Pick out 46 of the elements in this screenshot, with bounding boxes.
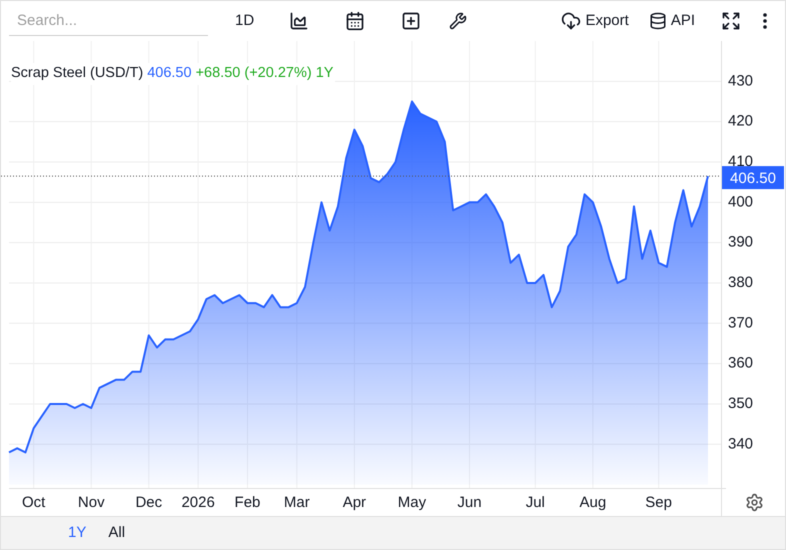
chart-type-button[interactable]: [289, 11, 310, 31]
last-price-badge: 406.50: [722, 166, 784, 190]
range-tab[interactable]: All: [99, 517, 134, 549]
x-axis-label: Feb: [234, 494, 260, 511]
calendar-icon: [345, 11, 366, 31]
range-tab[interactable]: 1Y: [59, 517, 96, 549]
x-axis-label: May: [398, 494, 426, 511]
ref-line-label: 406.50: [730, 170, 776, 188]
fullscreen-icon: [721, 11, 741, 31]
y-axis-label: 430: [728, 72, 754, 90]
x-axis-label: Jul: [526, 494, 545, 511]
x-axis-label: 2026: [181, 494, 215, 511]
y-axis-label: 390: [728, 234, 754, 251]
y-axis-label: 380: [728, 274, 754, 291]
wrench-icon: [449, 12, 468, 30]
indicators-button[interactable]: [449, 12, 468, 30]
compare-button[interactable]: [401, 11, 422, 31]
plus-icon: [401, 11, 422, 31]
x-axis-label: Jun: [457, 494, 482, 511]
y-axis-label: 340: [728, 435, 754, 452]
cloud-download-icon: [561, 11, 582, 31]
api-button[interactable]: API: [648, 10, 695, 32]
x-axis-label: Dec: [135, 494, 162, 511]
more-icon: [763, 13, 767, 29]
x-axis-label: Apr: [342, 494, 366, 511]
more-button[interactable]: [763, 13, 767, 29]
x-axis-label: Oct: [22, 494, 46, 511]
x-axis-label: Mar: [284, 494, 310, 511]
x-axis-label: Sep: [645, 494, 672, 511]
chart-legend: Scrap Steel (USD/T) 406.50 +68.50 (+20.27%) 1Y: [11, 63, 336, 85]
database-icon: [648, 12, 667, 30]
settings-button[interactable]: [745, 493, 764, 512]
y-axis-label: 360: [728, 354, 754, 372]
search-field[interactable]: Search...: [9, 6, 208, 36]
y-axis-label: 370: [728, 314, 754, 332]
export-button[interactable]: Export: [561, 10, 629, 32]
x-axis-label: Aug: [580, 494, 606, 511]
y-axis-label: 350: [728, 394, 754, 412]
y-axis-label: 400: [728, 193, 754, 210]
interval-button[interactable]: 1D: [235, 10, 254, 32]
x-axis-label: Nov: [78, 494, 105, 511]
date-range-button[interactable]: [345, 11, 366, 31]
settings-icon: [745, 493, 764, 512]
fullscreen-button[interactable]: [721, 11, 741, 31]
y-axis-label: 420: [728, 112, 754, 130]
area-chart-icon: [289, 11, 310, 31]
